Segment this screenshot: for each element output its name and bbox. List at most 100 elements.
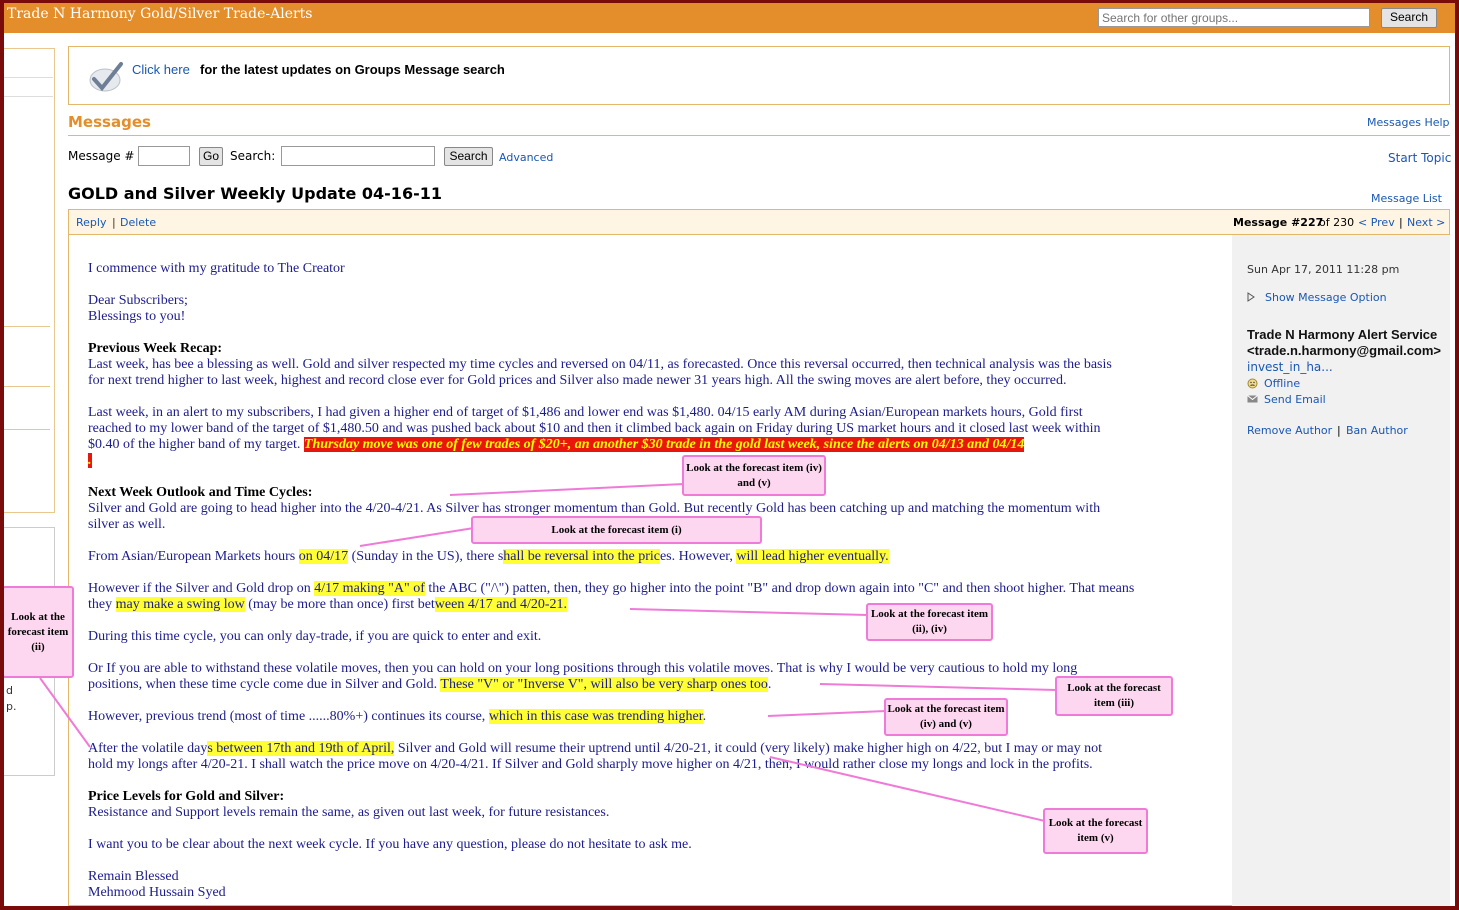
body-line: $0.40 of the higher band of my target. T… <box>88 437 1228 453</box>
highlight: 4/17 making "A" of <box>314 581 425 596</box>
advanced-search-link[interactable]: Advanced <box>499 151 553 164</box>
message-subject: GOLD and Silver Weekly Update 04-16-11 <box>68 184 442 203</box>
browser-frame: Trade N Harmony Gold/Silver Trade-Alerts… <box>4 3 1455 906</box>
highlight: may make a swing low <box>115 597 245 612</box>
message-date: Sun Apr 17, 2011 11:28 pm <box>1247 263 1400 276</box>
text-span: However if the Silver and Gold drop on <box>88 581 315 596</box>
body-line: they may make a swing low (may be more t… <box>88 597 1228 613</box>
signature: Mehmood Hussain Syed <box>88 885 226 900</box>
callout-note: Look at the forecast item (iv) and (v) <box>682 455 826 496</box>
body-line: From Asian/European Markets hours on 04/… <box>88 549 1228 565</box>
message-search-button[interactable]: Search <box>444 147 493 166</box>
body-line: . <box>88 453 1228 469</box>
delete-link[interactable]: Delete <box>120 216 156 229</box>
click-here-link[interactable]: Click here <box>132 62 190 77</box>
sidebar-divider <box>4 386 50 387</box>
author-name: Trade N Harmony Alert Service <box>1247 327 1438 342</box>
highlight: will lead higher eventually. <box>736 549 889 564</box>
message-info-panel: Sun Apr 17, 2011 11:28 pm Show Message O… <box>1232 235 1450 906</box>
red-highlight: Thursday move was one of few trades of $… <box>303 437 1025 452</box>
text-span: (Sunday in the US), there s <box>348 549 504 564</box>
sidebar-fragment: p. <box>6 700 17 713</box>
offline-status: Offline <box>1264 377 1301 390</box>
callout-note: Look at the forecast item (iii) <box>1055 676 1173 716</box>
search-groups-input[interactable] <box>1098 8 1370 27</box>
separator: | <box>112 216 116 229</box>
body-line: Last week, has bee a blessing as well. G… <box>88 357 1112 372</box>
search-label: Search: <box>230 149 276 163</box>
callout-note: Look at the forecast item (i) <box>471 516 762 544</box>
message-number-input[interactable] <box>138 146 190 166</box>
body-line: However if the Silver and Gold drop on 4… <box>88 581 1228 597</box>
text-span: positions, when these time cycle come du… <box>88 677 441 692</box>
left-sidebar-box <box>4 48 55 513</box>
section-heading: Previous Week Recap: <box>88 341 223 356</box>
prev-link[interactable]: < Prev <box>1358 216 1395 229</box>
body-line: Last week, in an alert to my subscribers… <box>88 405 1083 420</box>
message-list-link[interactable]: Message List <box>1371 192 1442 205</box>
checkmark-icon <box>89 62 123 92</box>
body-line: for next trend higher to last week, high… <box>88 373 1067 388</box>
text-span: Silver and Gold will resume their uptren… <box>394 741 1103 756</box>
message-body: I commence with my gratitude to The Crea… <box>88 261 1228 901</box>
next-link[interactable]: Next > <box>1407 216 1445 229</box>
play-triangle-icon[interactable] <box>1247 292 1255 302</box>
separator: | <box>1399 216 1403 229</box>
start-topic-link[interactable]: Start Topic <box>1388 151 1451 165</box>
offline-smiley-icon <box>1247 378 1258 389</box>
highlight: These "V" or "Inverse V", will also be v… <box>440 677 768 692</box>
callout-note: Look at the forecast item (v) <box>1043 808 1148 854</box>
author-id-link[interactable]: invest_in_ha... <box>1247 360 1333 374</box>
message-number: Message #227 <box>1233 216 1324 229</box>
ban-author-link[interactable]: Ban Author <box>1346 424 1408 437</box>
message-toolbar: Reply | Delete Message #227 of 230 < Pre… <box>69 210 1449 235</box>
highlight: ween 4/17 and 4/20-21. <box>434 597 567 612</box>
text-span: they <box>88 597 116 612</box>
text-span: $0.40 of the higher band of my target. <box>88 437 301 452</box>
notice-text: for the latest updates on Groups Message… <box>200 62 505 77</box>
body-line: Dear Subscribers; <box>88 293 188 308</box>
text-span: es. However, <box>659 549 737 564</box>
sidebar-divider <box>4 429 50 430</box>
text-span: (may be more than once) first bet <box>244 597 435 612</box>
group-title: Trade N Harmony Gold/Silver Trade-Alerts <box>7 6 313 22</box>
body-line: I commence with my gratitude to The Crea… <box>88 261 345 276</box>
text-span: . <box>702 709 707 724</box>
highlight: on 04/17 <box>298 549 349 564</box>
body-line: Or If you are able to withstand these vo… <box>88 661 1078 676</box>
reply-link[interactable]: Reply <box>76 216 106 229</box>
text-span: However, previous trend (most of time ..… <box>88 709 489 724</box>
go-button[interactable]: Go <box>199 147 223 166</box>
callout-note: Look at the forecast item (ii), (iv) <box>866 603 993 641</box>
text-span: From Asian/European Markets hours <box>88 549 299 564</box>
send-email-link[interactable]: Send Email <box>1264 393 1326 406</box>
highlight: which in this case was trending higher <box>488 709 703 724</box>
message-search-input[interactable] <box>281 146 435 166</box>
show-message-option-link[interactable]: Show Message Option <box>1265 291 1387 304</box>
text-span: . <box>767 677 772 692</box>
section-heading: Price Levels for Gold and Silver: <box>88 789 285 804</box>
section-heading: Next Week Outlook and Time Cycles: <box>88 485 313 500</box>
divider <box>68 135 1450 136</box>
callout-note: Look at the forecast item (ii) <box>4 586 74 678</box>
messages-title: Messages <box>68 113 151 131</box>
message-count: of 230 <box>1319 216 1355 229</box>
search-groups-button[interactable]: Search <box>1381 8 1437 28</box>
text-span: the ABC ("/\") patten, then, they go hig… <box>424 581 1135 596</box>
remove-author-link[interactable]: Remove Author <box>1247 424 1332 437</box>
body-line: Remain Blessed <box>88 869 179 884</box>
body-line: After the volatile days between 17th and… <box>88 741 1228 757</box>
red-highlight: . <box>88 453 92 468</box>
sidebar-divider <box>4 326 50 327</box>
group-header-bar: Trade N Harmony Gold/Silver Trade-Alerts… <box>4 3 1455 33</box>
body-line: Blessings to you! <box>88 309 186 324</box>
body-line: During this time cycle, you can only day… <box>88 629 542 644</box>
sidebar-row[interactable] <box>4 77 53 97</box>
author-email: <trade.n.harmony@gmail.com> <box>1247 343 1442 358</box>
highlight: hall be reversal into the pric <box>503 549 660 564</box>
sidebar-text: d p. <box>6 683 16 715</box>
highlight: s between 17th and 19th of April, <box>207 741 395 756</box>
callout-note: Look at the forecast item (iv) and (v) <box>884 698 1008 736</box>
messages-help-link[interactable]: Messages Help <box>1367 116 1450 129</box>
body-line: reached to my lower band of the target o… <box>88 421 1101 436</box>
